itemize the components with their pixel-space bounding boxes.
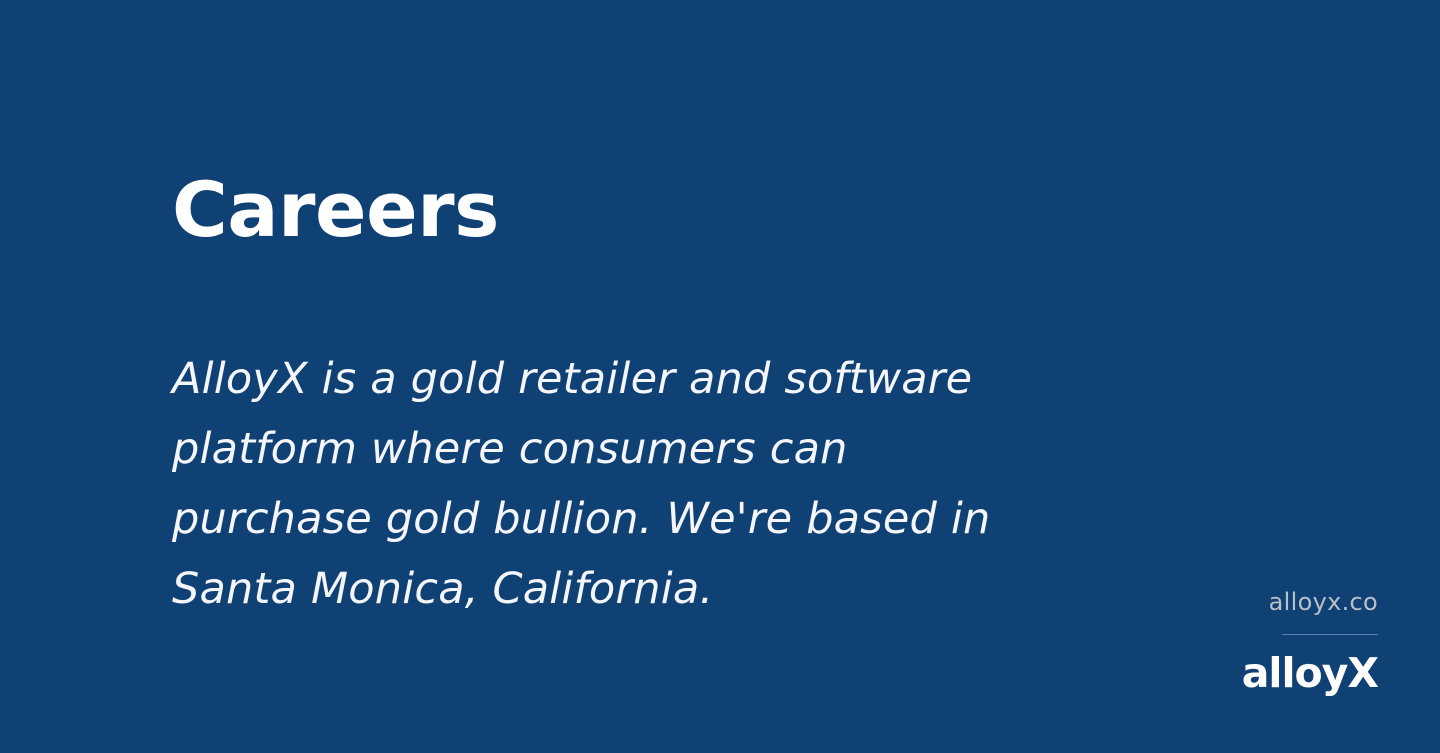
company-description: AlloyX is a gold retailer and software p… [172,354,991,614]
brand-logo: alloyX [1241,649,1379,697]
site-link[interactable]: alloyx.co [1238,585,1378,619]
page-title: Careers [172,165,499,254]
careers-content: Careers AlloyX is a gold retailer and so… [172,160,1052,624]
footer-brand: alloyx.co alloyX [1238,585,1379,699]
footer-divider [1282,634,1378,635]
